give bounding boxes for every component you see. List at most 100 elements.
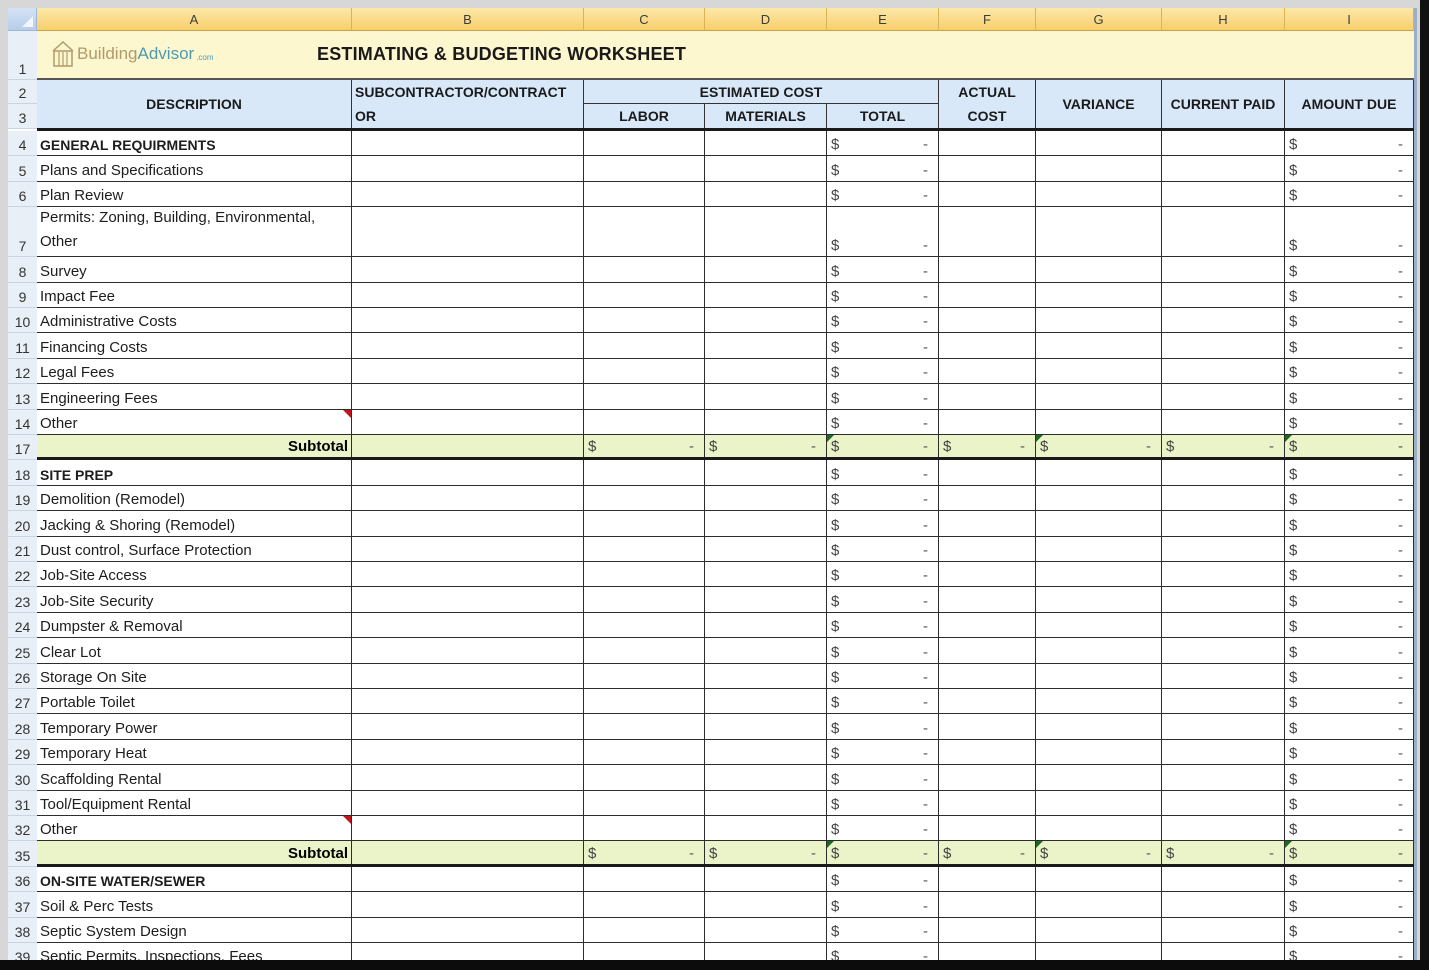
cell-b[interactable] xyxy=(352,409,584,434)
cell-b[interactable] xyxy=(352,536,584,561)
row-header[interactable]: 13 xyxy=(8,384,37,410)
cell-g[interactable] xyxy=(1036,612,1162,638)
cell-h[interactable] xyxy=(1162,333,1285,358)
cell-d[interactable] xyxy=(705,638,827,663)
column-header-f[interactable]: F xyxy=(939,8,1036,31)
formula-warning-indicator[interactable] xyxy=(1036,841,1043,849)
row-header[interactable]: 23 xyxy=(8,587,37,613)
cell-c[interactable] xyxy=(584,181,705,207)
cell-i[interactable]: $ - xyxy=(1285,917,1414,942)
cell-a[interactable]: SITE PREP xyxy=(37,460,352,485)
cell-h[interactable] xyxy=(1162,892,1285,917)
cell-g[interactable] xyxy=(1036,714,1162,739)
formula-warning-indicator[interactable] xyxy=(827,435,834,442)
cell-e[interactable]: $ - xyxy=(827,943,939,960)
cell-f[interactable] xyxy=(939,358,1036,384)
cell-i[interactable]: $ - xyxy=(1285,841,1414,864)
header-total[interactable]: TOTAL xyxy=(827,104,939,129)
cell-d[interactable] xyxy=(705,511,827,536)
cell-e[interactable]: $ - xyxy=(827,917,939,942)
cell-b[interactable] xyxy=(352,384,584,409)
cell-g[interactable] xyxy=(1036,511,1162,536)
row-header[interactable]: 7 xyxy=(8,207,37,258)
cell-a[interactable]: Financing Costs xyxy=(37,333,352,358)
cell-c[interactable] xyxy=(584,943,705,960)
cell-c[interactable] xyxy=(584,739,705,765)
column-header-d[interactable]: D xyxy=(705,8,827,31)
cell-i[interactable]: $ - xyxy=(1285,816,1414,841)
row-header[interactable]: 5 xyxy=(8,156,37,182)
column-header-e[interactable]: E xyxy=(827,8,939,31)
cell-e[interactable]: $ - xyxy=(827,511,939,536)
cell-f[interactable] xyxy=(939,308,1036,333)
row-header[interactable]: 3 xyxy=(8,104,37,129)
cell-i[interactable]: $ - xyxy=(1285,739,1414,765)
cell-a[interactable]: Temporary Power xyxy=(37,714,352,739)
row-header[interactable]: 10 xyxy=(8,308,37,334)
row-header[interactable]: 39 xyxy=(8,943,37,960)
cell-a[interactable]: Permits: Zoning, Building, Environmental… xyxy=(37,207,352,257)
cell-e[interactable]: $ - xyxy=(827,181,939,207)
cell-b[interactable] xyxy=(352,333,584,358)
cell-d[interactable] xyxy=(705,765,827,790)
cell-f[interactable] xyxy=(939,765,1036,790)
formula-warning-indicator[interactable] xyxy=(1285,841,1292,849)
cell-b[interactable] xyxy=(352,765,584,790)
cell-b[interactable] xyxy=(352,511,584,536)
cell-g[interactable] xyxy=(1036,358,1162,384)
cell-f[interactable] xyxy=(939,409,1036,434)
cell-d[interactable] xyxy=(705,308,827,333)
cell-d[interactable]: $ - xyxy=(705,841,827,864)
header-estimated-cost[interactable]: ESTIMATED COST xyxy=(584,80,939,104)
cell-h[interactable] xyxy=(1162,511,1285,536)
row-header[interactable]: 9 xyxy=(8,282,37,308)
cell-f[interactable] xyxy=(939,485,1036,511)
cell-c[interactable] xyxy=(584,156,705,181)
cell-b[interactable] xyxy=(352,358,584,384)
cell-a[interactable]: Subtotal xyxy=(37,435,352,458)
cell-f[interactable] xyxy=(939,207,1036,257)
cell-e[interactable]: $ - xyxy=(827,765,939,790)
cell-g[interactable] xyxy=(1036,816,1162,841)
row-header[interactable]: 36 xyxy=(8,866,37,893)
cell-h[interactable] xyxy=(1162,181,1285,207)
cell-d[interactable] xyxy=(705,790,827,815)
cell-h[interactable] xyxy=(1162,282,1285,307)
cell-c[interactable] xyxy=(584,207,705,257)
cell-a[interactable]: ON-SITE WATER/SEWER xyxy=(37,866,352,892)
cell-d[interactable] xyxy=(705,663,827,688)
cell-a[interactable]: Jacking & Shoring (Remodel) xyxy=(37,511,352,536)
cell-e[interactable]: $ - xyxy=(827,257,939,282)
cell-i[interactable]: $ - xyxy=(1285,663,1414,688)
cell-a[interactable]: Other xyxy=(37,409,352,434)
cell-e[interactable]: $ - xyxy=(827,866,939,892)
cell-g[interactable] xyxy=(1036,181,1162,207)
cell-g[interactable] xyxy=(1036,689,1162,714)
cell-b[interactable] xyxy=(352,943,584,960)
cell-c[interactable] xyxy=(584,612,705,638)
cell-d[interactable] xyxy=(705,358,827,384)
cell-h[interactable] xyxy=(1162,460,1285,485)
cell-e[interactable]: $ - xyxy=(827,739,939,765)
cell-a[interactable]: Storage On Site xyxy=(37,663,352,688)
cell-b[interactable] xyxy=(352,435,584,458)
cell-b[interactable] xyxy=(352,562,584,587)
cell-a[interactable]: Tool/Equipment Rental xyxy=(37,790,352,815)
row-header[interactable]: 11 xyxy=(8,333,37,359)
cell-e[interactable]: $ - xyxy=(827,562,939,587)
cell-b[interactable] xyxy=(352,587,584,612)
header-labor[interactable]: LABOR xyxy=(584,104,705,129)
cell-c[interactable] xyxy=(584,587,705,612)
formula-warning-indicator[interactable] xyxy=(1036,435,1043,442)
row-header[interactable]: 24 xyxy=(8,612,37,639)
row-header[interactable]: 4 xyxy=(8,131,37,157)
row-header[interactable]: 29 xyxy=(8,739,37,766)
cell-g[interactable] xyxy=(1036,156,1162,181)
cell-h[interactable]: $ - xyxy=(1162,435,1285,458)
cell-i[interactable]: $ - xyxy=(1285,587,1414,612)
cell-e[interactable]: $ - xyxy=(827,207,939,257)
cell-f[interactable] xyxy=(939,739,1036,765)
column-header-c[interactable]: C xyxy=(584,8,705,31)
cell-h[interactable] xyxy=(1162,156,1285,181)
row-header[interactable]: 12 xyxy=(8,358,37,385)
